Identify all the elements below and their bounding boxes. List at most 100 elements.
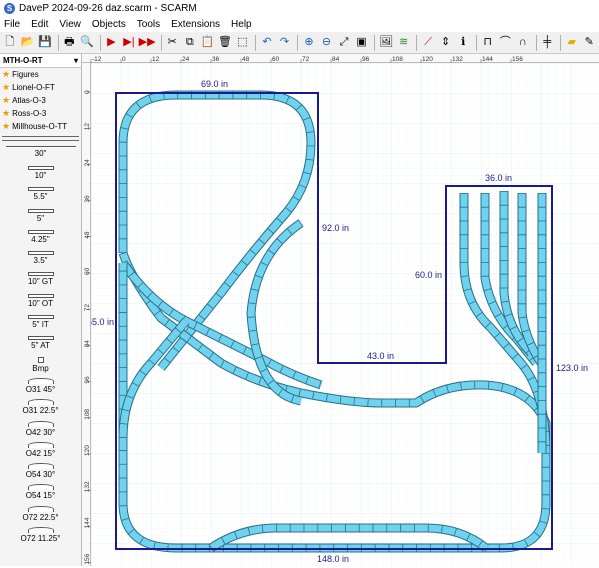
paste-icon[interactable]: 📋: [200, 34, 216, 51]
favorite-library-label: Figures: [12, 70, 39, 79]
select-all-icon[interactable]: ⬚: [235, 34, 251, 51]
zoom-in-icon[interactable]: ⊕: [301, 34, 317, 51]
toolbar-separator: [535, 34, 537, 51]
track-piece-item[interactable]: 30": [0, 141, 81, 162]
track-piece-label: O54 15°: [25, 491, 56, 501]
ruler-label: 96: [84, 376, 91, 384]
pencil-icon[interactable]: ✎: [581, 34, 597, 51]
star-icon: ★: [2, 69, 11, 79]
track-piece-item[interactable]: 5": [0, 205, 81, 226]
print-icon[interactable]: 🖶: [62, 34, 78, 51]
ruler-label: 144: [84, 517, 91, 528]
curved-track-icon: [27, 420, 54, 427]
toolbar-separator: [160, 34, 162, 51]
toolbar-separator: [99, 34, 101, 51]
track-piece-item[interactable]: O72 22.5°: [0, 503, 81, 524]
track-piece-item[interactable]: O31 45°: [0, 375, 81, 396]
cut-icon[interactable]: ✂: [165, 34, 181, 51]
tunnel-icon[interactable]: ∩: [515, 34, 531, 51]
step-forward-icon[interactable]: ▶|: [121, 34, 137, 51]
dimension-notch-left: 60.0 in: [415, 270, 442, 280]
layout-drawing[interactable]: 69.0 in 92.0 in 155.0 in 43.0 in 60.0 in…: [91, 63, 599, 566]
print-preview-icon[interactable]: 🔍: [79, 34, 95, 51]
undo-icon[interactable]: ↶: [259, 34, 275, 51]
ruler-label: 12: [152, 56, 160, 63]
library-selector[interactable]: MTH-O-RT ▾: [0, 54, 81, 68]
track-piece-item[interactable]: 10": [0, 162, 81, 183]
track-info-icon[interactable]: ℹ: [455, 34, 471, 51]
redo-icon[interactable]: ↷: [277, 34, 293, 51]
track-piece-item[interactable]: Bmp: [0, 354, 81, 375]
menu-view[interactable]: View: [59, 19, 81, 30]
menu-help[interactable]: Help: [231, 19, 252, 30]
copy-icon[interactable]: ⧉: [182, 34, 198, 51]
play-icon[interactable]: ▶: [104, 34, 120, 51]
toolbar-separator: [416, 34, 418, 51]
dimension-yard-top: 36.0 in: [485, 173, 512, 183]
layout-canvas[interactable]: 69.0 in 92.0 in 155.0 in 43.0 in 60.0 in…: [91, 63, 599, 566]
ruler-label: 120: [84, 445, 91, 456]
save-icon[interactable]: 💾: [37, 34, 53, 51]
menu-extensions[interactable]: Extensions: [171, 19, 220, 30]
straight-track-icon: [27, 336, 54, 341]
library-selected-label: MTH-O-RT: [3, 56, 43, 65]
track-piece-label: 10" OT: [27, 298, 54, 308]
track-piece-item[interactable]: O42 15°: [0, 439, 81, 460]
ruler-label: 48: [242, 56, 250, 63]
zoom-out-icon[interactable]: ⊖: [319, 34, 335, 51]
ruler-label: 0: [84, 90, 91, 94]
track-piece-item[interactable]: O72 11.25°: [0, 524, 81, 545]
favorite-library-item[interactable]: ★ Atlas-O-3: [0, 94, 81, 107]
favorite-library-item[interactable]: ★ Ross-O-3: [0, 107, 81, 120]
straight-track-icon: [27, 187, 54, 192]
curved-track-icon: [27, 484, 54, 491]
track-piece-item[interactable]: 5" AT: [0, 333, 81, 354]
ruler-label: 84: [84, 340, 91, 348]
track-piece-item[interactable]: O31 22.5°: [0, 397, 81, 418]
favorite-library-label: Ross-O-3: [12, 109, 47, 118]
railing-icon[interactable]: ⊓: [480, 34, 496, 51]
track-piece-item[interactable]: 3.5": [0, 247, 81, 268]
open-folder-icon[interactable]: 📂: [20, 34, 36, 51]
dimension-bottom: 148.0 in: [317, 554, 349, 564]
menu-bar: File Edit View Objects Tools Extensions Help: [0, 16, 599, 32]
zoom-fit-icon[interactable]: ⤢: [336, 34, 352, 51]
track-piece-item[interactable]: 10" GT: [0, 269, 81, 290]
menu-tools[interactable]: Tools: [137, 19, 160, 30]
delete-icon[interactable]: 🗑: [217, 34, 233, 51]
menu-edit[interactable]: Edit: [31, 19, 48, 30]
background-icon[interactable]: 🖼: [378, 34, 394, 51]
track-piece-item[interactable]: 10" OT: [0, 290, 81, 311]
flex-track-icon[interactable]: ⟋: [420, 34, 436, 51]
favorite-library-item[interactable]: ★ Lionel-O-FT: [0, 81, 81, 94]
height-icon[interactable]: ⇕: [438, 34, 454, 51]
track-item-list: 30" 10" 5.5" 5" 4.25" 3.5" 10" GT 10" OT 5" IT 5"…: [0, 141, 81, 546]
menu-file[interactable]: File: [4, 19, 20, 30]
ruler-label: 108: [392, 56, 403, 63]
track-piece-item[interactable]: 5.5": [0, 184, 81, 205]
layers-icon[interactable]: ≋: [396, 34, 412, 51]
menu-objects[interactable]: Objects: [92, 19, 126, 30]
favorite-library-item[interactable]: ★ Millhouse-O-TT: [0, 120, 81, 133]
track-tools-icon[interactable]: ╪: [539, 34, 555, 51]
ruler-label: 60: [84, 267, 91, 275]
scarm-app-icon: S: [4, 2, 15, 14]
yellow-block-icon[interactable]: ▰: [564, 34, 580, 51]
ruler-label: 132: [84, 481, 91, 492]
new-file-icon[interactable]: 🗋: [2, 34, 18, 51]
track-piece-label: O54 30°: [25, 470, 56, 480]
favorite-library-item[interactable]: ★ Figures: [0, 68, 81, 81]
straight-track-icon: [27, 293, 54, 298]
fast-forward-icon[interactable]: ▶▶: [139, 34, 156, 51]
track-piece-item[interactable]: 5" IT: [0, 311, 81, 332]
track-piece-item[interactable]: O42 30°: [0, 418, 81, 439]
ruler-label: 36: [212, 56, 220, 63]
track-piece-label: 30": [34, 148, 47, 158]
track-piece-label: 3.5": [33, 256, 48, 266]
bridge-icon[interactable]: ⌒: [497, 34, 513, 51]
zoom-extents-icon[interactable]: ▣: [354, 34, 370, 51]
track-piece-item[interactable]: 4.25": [0, 226, 81, 247]
track-piece-item[interactable]: O54 15°: [0, 482, 81, 503]
track-piece-item[interactable]: O54 30°: [0, 460, 81, 481]
straight-track-icon: [27, 165, 54, 170]
